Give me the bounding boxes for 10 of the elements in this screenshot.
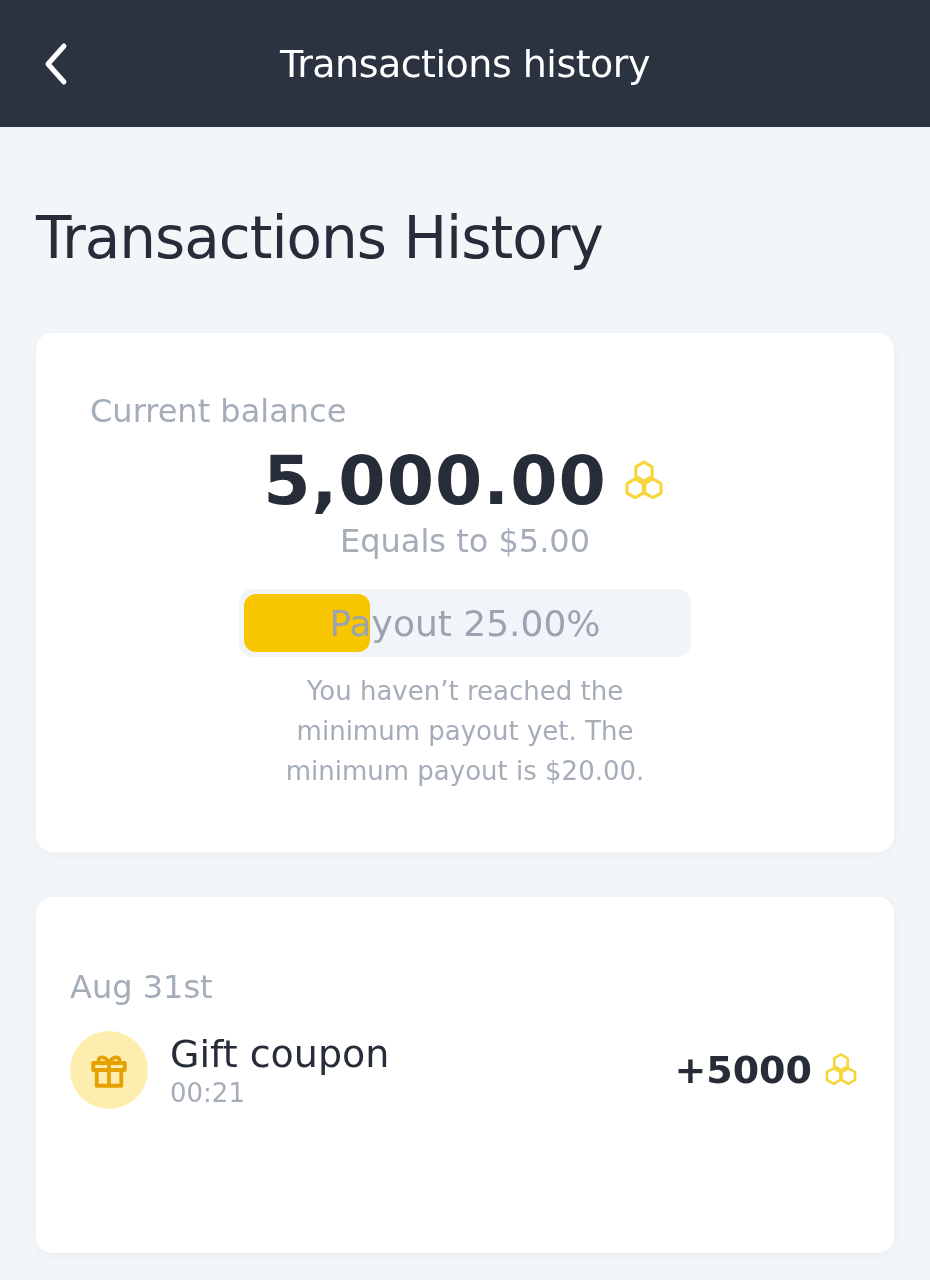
transaction-title: Gift coupon — [170, 1031, 391, 1077]
transaction-time: 00:21 — [170, 1077, 246, 1109]
page-title: Transactions History — [36, 203, 604, 274]
balance-equivalent: Equals to $5.00 — [339, 521, 591, 561]
balance-label: Current balance — [90, 391, 348, 431]
balance-amount: 5,000.00 — [263, 441, 607, 521]
transaction-amount: +5000 — [674, 1048, 812, 1092]
date-label: Aug 31st — [70, 967, 214, 1007]
header-title: Transactions history — [280, 41, 650, 86]
payout-note: You haven’t reached the minimum payout yet. The minimum payout is $20.00. — [284, 675, 646, 788]
